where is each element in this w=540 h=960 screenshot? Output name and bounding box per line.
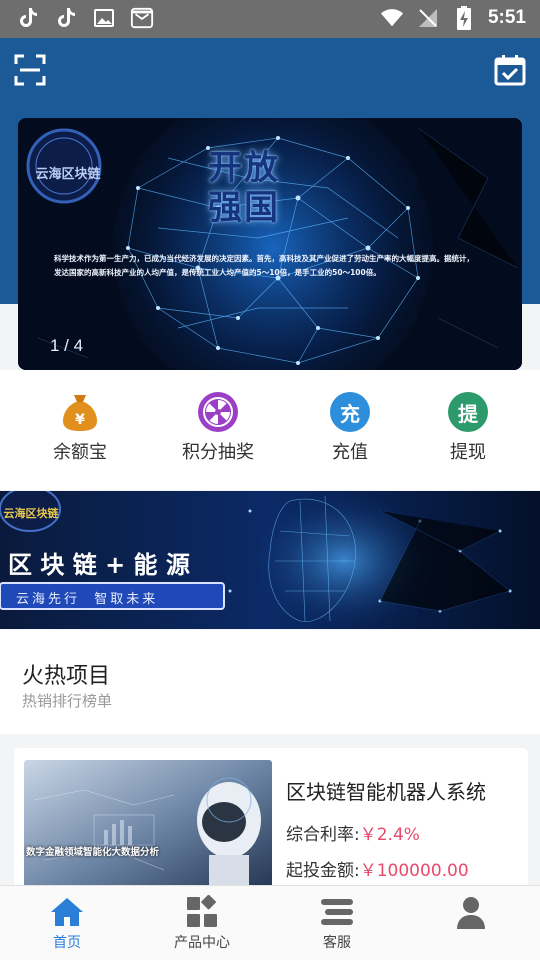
section-subtitle: 热销排行榜单	[22, 692, 113, 710]
tab-service[interactable]: 客服	[272, 894, 402, 952]
quick-action-label: 提现	[450, 442, 486, 463]
promo-title: 区 块 链 + 能 源	[8, 551, 190, 579]
image-icon	[92, 6, 116, 30]
tab-label: 客服	[323, 935, 351, 951]
quick-action-recharge[interactable]: 充 充值	[290, 392, 410, 464]
status-bar-system: 5:51	[380, 6, 526, 30]
service-icon	[317, 894, 357, 930]
promo-logo-text: 云海区块链	[3, 507, 59, 520]
section-title: 火热项目	[22, 664, 111, 689]
clock: 5:51	[487, 7, 526, 28]
money-bag-icon: ¥	[60, 392, 100, 432]
product-card[interactable]: 数字金融领域智能化大数据分析 区块链智能机器人系统 综合利率:￥2.4% 起投金…	[14, 748, 528, 908]
calendar-check-icon	[494, 55, 526, 86]
recharge-glyph: 充	[340, 401, 360, 426]
scan-button[interactable]	[12, 52, 48, 88]
banner-logo-text: 云海区块链	[35, 167, 101, 182]
product-min-amount: 起投金额:￥100000.00	[286, 856, 469, 881]
lottery-wheel-icon	[198, 392, 238, 432]
user-icon	[451, 894, 491, 930]
recharge-icon: 充	[330, 392, 370, 432]
banner-body-text: 科学技术作为第一生产力，已成为当代经济发展的决定因素。首先，高科技及其产业促进了…	[54, 254, 474, 277]
tab-profile[interactable]	[406, 894, 536, 932]
quick-action-withdraw[interactable]: 提 提现	[408, 392, 528, 464]
wifi-icon	[380, 6, 404, 30]
quick-actions: ¥ 余额宝 积分抽奖 充 充值 提 提现	[0, 370, 540, 490]
status-bar: 5:51	[0, 0, 540, 38]
tab-products[interactable]: 产品中心	[137, 894, 267, 952]
svg-text:¥: ¥	[75, 412, 85, 428]
tab-label: 产品中心	[174, 935, 230, 951]
home-icon	[47, 894, 87, 930]
battery-charging-icon	[452, 6, 476, 30]
quick-action-lottery[interactable]: 积分抽奖	[158, 392, 278, 464]
quick-action-label: 余额宝	[53, 442, 107, 463]
status-bar-notifications	[16, 6, 154, 30]
checkin-button[interactable]	[492, 52, 528, 88]
product-amount-label: 起投金额:	[286, 861, 360, 881]
hot-projects-section: 火热项目 热销排行榜单	[0, 630, 540, 734]
product-title: 区块链智能机器人系统	[286, 780, 486, 804]
scan-icon	[14, 54, 46, 86]
withdraw-icon: 提	[448, 392, 488, 432]
grid-icon	[182, 894, 222, 930]
product-image: 数字金融领域智能化大数据分析	[24, 760, 272, 900]
product-rate-label: 综合利率:	[286, 825, 360, 845]
product-rate: 综合利率:￥2.4%	[286, 820, 420, 845]
tiktok-icon	[16, 6, 40, 30]
bottom-tab-bar: 首页 产品中心 客服	[0, 885, 540, 960]
withdraw-glyph: 提	[458, 401, 478, 426]
tab-home[interactable]: 首页	[2, 894, 132, 952]
promo-slogan: 云海先行 智取未来	[16, 592, 159, 607]
tiktok-icon	[54, 6, 78, 30]
no-signal-icon	[416, 6, 440, 30]
promo-banner[interactable]: 云海区块链 区 块 链 + 能 源 云海先行 智取未来	[0, 491, 540, 629]
product-amount-value: ￥100000.00	[359, 861, 469, 881]
tab-label: 首页	[53, 935, 81, 951]
banner-headline: 开放强国	[208, 148, 280, 228]
banner-page-indicator: 1 / 4	[50, 336, 84, 355]
product-image-caption: 数字金融领域智能化大数据分析	[26, 847, 160, 858]
banner-carousel[interactable]: 云海区块链 开放强国 科学技术作为第一生产力，已成为当代经济发展的决定因素。首先…	[18, 118, 522, 370]
quick-action-label: 充值	[332, 442, 368, 463]
inbox-icon	[130, 6, 154, 30]
product-rate-value: ￥2.4%	[359, 825, 420, 845]
quick-action-label: 积分抽奖	[182, 442, 254, 463]
quick-action-yuebao[interactable]: ¥ 余额宝	[20, 392, 140, 464]
